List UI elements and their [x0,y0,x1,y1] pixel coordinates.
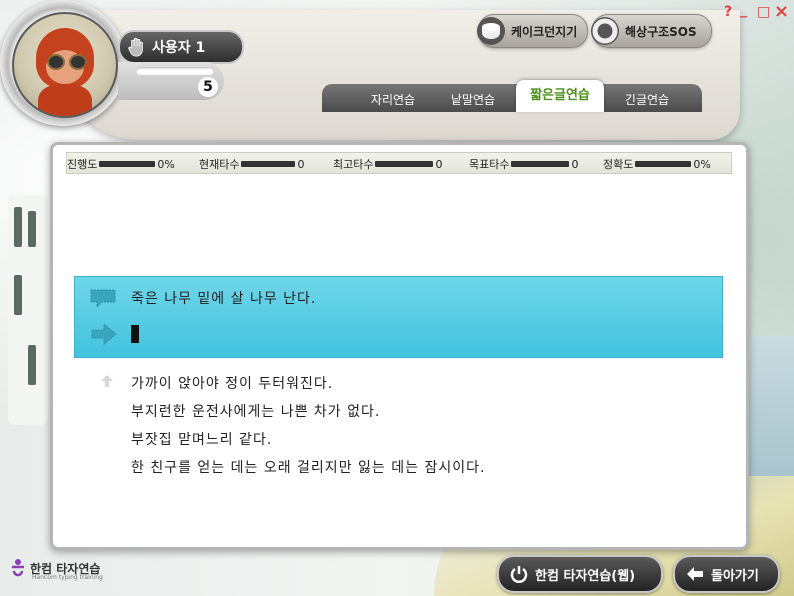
back-label: 돌아가기 [711,568,759,584]
power-icon [510,566,528,583]
up-arrow-icon [101,375,113,387]
stats-bar: 진행도 0% 현재타수 0 최고타수 0 목표타수 0 정확도 0% [66,152,732,174]
level-track [136,67,214,75]
upcoming-sentence: 부잣집 맏며느리 같다. [131,432,273,448]
stat-current-speed: 현재타수 0 [199,157,305,172]
back-button[interactable]: 돌아가기 [673,555,780,593]
maximize-button[interactable]: □ [757,4,770,20]
current-speed-bar [241,161,296,167]
avatar[interactable] [12,12,118,118]
tab-long-text[interactable]: 긴글연습 [612,88,682,112]
close-button[interactable]: × [774,1,789,22]
hancom-logo: 한컴 타자연습 Hancom typing training [10,557,103,581]
back-arrow-icon [687,567,703,581]
sos-game-button[interactable]: 해상구조SOS [591,14,712,48]
sos-game-label: 해상구조SOS [625,24,697,39]
target-sentence: 죽은 나무 밑에 살 나무 난다. [131,291,317,307]
web-version-button[interactable]: 한컴 타자연습(웹) [497,555,663,593]
tab-key-position[interactable]: 자리연습 [358,88,428,112]
level-number: 5 [198,77,218,97]
progress-bar [99,161,156,167]
stat-accuracy: 정확도 0% [603,157,711,172]
lifebuoy-icon [591,17,619,45]
web-version-label: 한컴 타자연습(웹) [535,568,636,584]
cake-game-label: 케이크던지기 [511,24,578,39]
user-name: 사용자 1 [152,40,206,56]
stat-target-speed: 목표타수 0 [469,157,579,172]
upcoming-sentence: 부지런한 운전사에게는 나쁜 차가 없다. [131,404,381,420]
input-arrow-icon [91,322,117,346]
tab-short-sentence[interactable]: 짧은글연습 [516,80,604,112]
avatar-ring [0,0,126,126]
stat-progress: 진행도 0% [67,157,175,172]
upcoming-sentences: 가까이 앉아야 정이 두터워진다. 부지런한 운전사에게는 나쁜 차가 없다. … [131,373,485,485]
minimize-button[interactable]: _ [740,2,747,18]
target-speed-bar [511,161,570,167]
upcoming-sentence: 한 친구를 얻는 데는 오래 걸리지만 잃는 데는 잠시이다. [131,460,486,476]
user-name-pill[interactable]: 사용자 1 [118,30,244,64]
level-bar: 5 [118,62,224,100]
logo-tagline: Hancom typing training [32,574,103,581]
cake-icon [477,17,505,45]
tab-word[interactable]: 낱말연습 [438,88,508,112]
hand-icon [128,37,143,57]
speech-bubble-icon [90,289,116,309]
stat-max-speed: 최고타수 0 [333,157,443,172]
upcoming-sentence: 가까이 앉아야 정이 두터워진다. [131,376,334,392]
max-speed-bar [375,161,434,167]
help-button[interactable]: ? [724,4,732,20]
typing-cursor [131,325,139,343]
hancom-logo-icon [12,559,24,577]
accuracy-bar [635,161,692,167]
background-shelf [8,195,48,425]
cake-game-button[interactable]: 케이크던지기 [477,14,588,48]
